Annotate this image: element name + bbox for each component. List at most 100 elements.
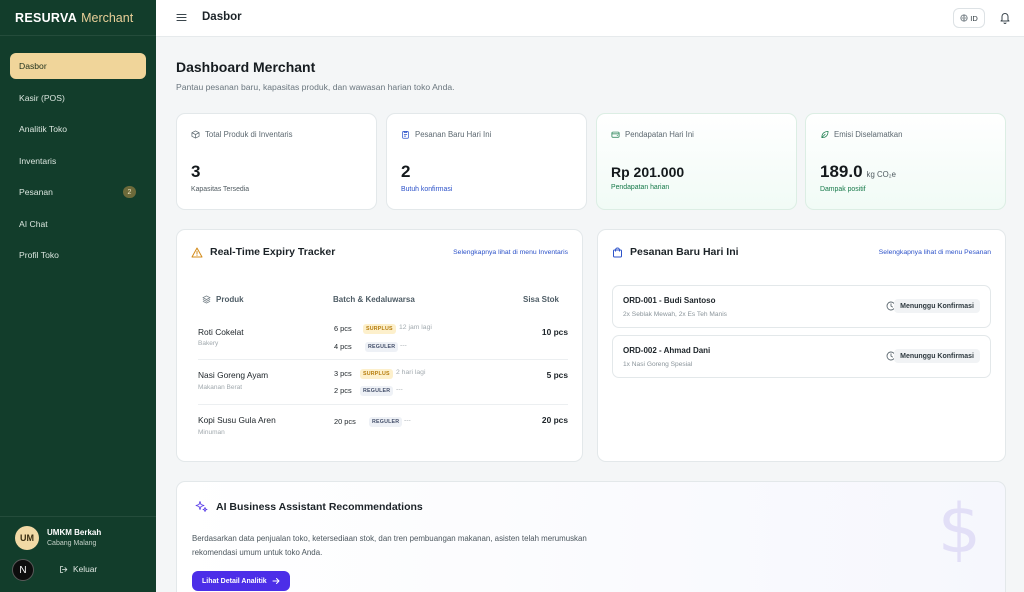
view-analytics-label: Lihat Detail Analitik [202,577,267,585]
order-status-badge: Menunggu Konfirmasi [894,349,980,363]
sidebar: RESURVA Merchant Dasbor Kasir (POS) Anal… [0,0,156,592]
stat-value: 189.0 kg CO₂e [820,162,896,182]
topbar: Dasbor ID [156,0,1024,37]
batch-qty: 2 pcs [334,386,352,395]
order-desc: 1x Nasi Goreng Spesial [623,361,693,368]
stat-label-row: Total Produk di Inventaris [191,130,293,139]
order-status-badge: Menunggu Konfirmasi [894,299,980,313]
stat-card-total-produk: Total Produk di Inventaris 3 Kapasitas T… [176,113,377,210]
order-card[interactable]: ORD-001 - Budi Santoso 2x Seblak Mewah, … [612,285,991,328]
stock-value: 20 pcs [541,415,568,425]
hamburger-menu-icon[interactable] [176,12,187,23]
pesanan-link[interactable]: Selengkapnya lihat di menu Pesanan [879,249,991,256]
th-produk-label: Produk [216,295,244,304]
sidebar-item-label: AI Chat [19,218,48,229]
stat-label-row: Pesanan Baru Hari Ini [401,130,491,139]
logout-button[interactable]: Keluar [59,564,97,574]
stat-sub: Butuh konfirmasi [401,186,453,193]
ai-recommendations-panel: AI Business Assistant Recommendations Be… [176,481,1006,592]
dashboard-title: Dashboard Merchant [176,59,316,75]
batch-note: 12 jam lagi [399,324,432,331]
sidebar-item-label: Dasbor [19,61,47,71]
brand-name: RESURVA [15,10,78,25]
sidebar-item-label: Profil Toko [19,250,59,260]
stat-card-pendapatan: Pendapatan Hari Ini Rp 201.000 Pendapata… [596,113,797,210]
th-produk: Produk [202,295,244,304]
table-row: Kopi Susu Gula Aren Minuman 20 pcs REGUL… [198,405,568,445]
th-stok: Sisa Stok [522,295,559,304]
regular-tag: REGULER [369,417,403,427]
warning-icon [191,247,203,257]
page-title: Dasbor [202,11,242,23]
sidebar-item-label: Kasir (POS) [19,92,65,103]
expiry-tracker-panel: Real-Time Expiry Tracker Selengkapnya li… [176,229,583,462]
sidebar-item-label: Pesanan [19,187,53,197]
expiry-title: Real-Time Expiry Tracker [210,246,336,258]
layers-icon [202,295,211,304]
stat-value: Rp 201.000 [611,164,685,180]
ai-title-row: AI Business Assistant Recommendations [195,500,423,513]
stat-label: Pendapatan Hari Ini [625,130,694,139]
notification-bell-icon[interactable] [999,11,1011,24]
view-analytics-button[interactable]: Lihat Detail Analitik [192,571,290,591]
n-logo-icon[interactable]: N [12,559,34,581]
order-title: ORD-002 - Ahmad Dani [623,346,711,355]
user-box: UM UMKM Berkah Cabang Malang N Keluar [0,516,156,592]
stat-value: 3 [191,162,201,181]
ai-title: AI Business Assistant Recommendations [216,500,423,513]
stat-number: 189.0 [820,162,863,181]
product-name: Nasi Goreng Ayam [198,370,269,380]
logout-label: Keluar [73,564,98,574]
sidebar-item-analitik[interactable]: Analitik Toko [10,116,146,142]
batch-qty: 6 pcs [334,324,352,333]
user-branch: Cabang Malang [47,540,97,547]
batch-note: --- [396,386,403,393]
language-label: ID [970,13,978,23]
panel-title-row: Pesanan Baru Hari Ini [612,246,739,258]
sidebar-item-pesanan[interactable]: Pesanan 2 [10,179,146,205]
stat-label: Pesanan Baru Hari Ini [415,130,492,139]
batch-qty: 3 pcs [334,369,352,378]
stat-unit: kg CO₂e [866,170,897,179]
orders-panel: Pesanan Baru Hari Ini Selengkapnya lihat… [597,229,1006,462]
sidebar-item-label: Analitik Toko [19,124,68,134]
wallet-icon [611,131,620,138]
arrow-right-icon [272,578,280,584]
batch-qty: 4 pcs [334,342,352,351]
sidebar-item-profil[interactable]: Profil Toko [10,242,146,268]
product-category: Bakery [198,340,219,347]
main-content: Dashboard Merchant Pantau pesanan baru, … [156,37,1024,592]
logout-icon [60,565,68,573]
dollar-icon: $ [937,490,981,569]
stat-card-pesanan-baru: Pesanan Baru Hari Ini 2 Butuh konfirmasi [386,113,587,210]
batch-note: --- [404,417,411,424]
sidebar-item-kasir[interactable]: Kasir (POS) [10,85,146,111]
product-name: Roti Cokelat [198,327,244,337]
order-title: ORD-001 - Budi Santoso [623,296,716,305]
stock-value: 5 pcs [546,370,568,380]
sidebar-nav: Dasbor Kasir (POS) Analitik Toko Inventa… [0,36,156,268]
regular-tag: REGULER [360,386,394,396]
table-row: Roti Cokelat Bakery 6 pcs SURPLUS 12 jam… [198,320,568,360]
surplus-tag: SURPLUS [360,369,393,379]
globe-icon [960,14,968,22]
stat-label-row: Emisi Diselamatkan [820,130,902,139]
brand-logo[interactable]: RESURVA Merchant [0,0,156,36]
inventaris-link[interactable]: Selengkapnya lihat di menu Inventaris [453,249,568,256]
surplus-tag: SURPLUS [363,324,396,334]
sparkles-icon [195,501,208,512]
stat-label: Total Produk di Inventaris [205,130,293,139]
batch-note: 2 hari lagi [396,369,426,376]
stat-label: Emisi Diselamatkan [834,130,903,139]
sidebar-item-dasbor[interactable]: Dasbor [10,53,146,79]
language-button[interactable]: ID [953,8,985,28]
leaf-icon [821,130,829,139]
stat-sub: Dampak positif [820,186,866,193]
ai-description: Berdasarkan data penjualan toko, keterse… [192,534,587,557]
product-name: Kopi Susu Gula Aren [198,415,276,425]
order-card[interactable]: ORD-002 - Ahmad Dani 1x Nasi Goreng Spes… [612,335,991,378]
sidebar-item-ai-chat[interactable]: AI Chat [10,211,146,237]
user-name: UMKM Berkah [47,528,102,537]
sidebar-item-inventaris[interactable]: Inventaris [10,148,146,174]
box-icon [191,130,200,139]
